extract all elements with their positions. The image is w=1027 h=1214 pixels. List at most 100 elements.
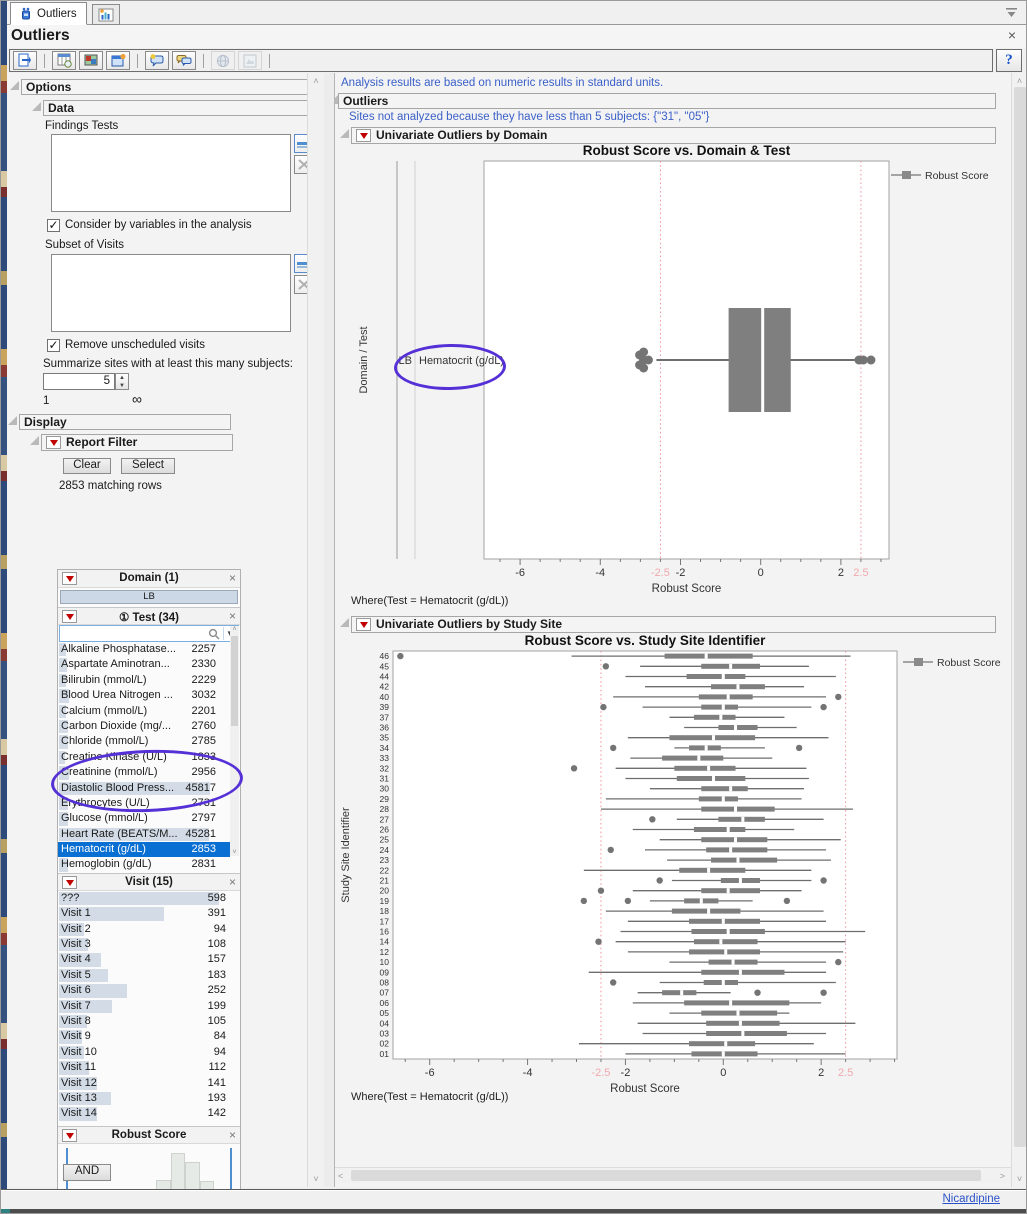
scroll-up-icon[interactable]: ˄	[230, 626, 239, 633]
boxplot-site-chart[interactable]: Robust Score vs. Study Site Identifier46…	[335, 634, 1011, 1094]
scrollbar-thumb[interactable]	[1014, 87, 1026, 1147]
robust-filter-close-icon[interactable]: ×	[229, 1129, 236, 1141]
display-section-header[interactable]: Display	[19, 414, 231, 430]
select-button[interactable]: Select	[121, 458, 175, 474]
comments-icon[interactable]	[172, 51, 196, 70]
data-section-header[interactable]: Data	[43, 100, 313, 116]
boxplot-domain-chart[interactable]: Robust Score vs. Domain & Test-6-4-202-2…	[335, 145, 1011, 611]
visit-list-item[interactable]: Visit 3108	[58, 937, 240, 952]
section-menu-icon[interactable]	[356, 618, 371, 631]
section-menu-icon[interactable]	[356, 129, 371, 142]
window-menu-icon[interactable]	[1005, 8, 1018, 18]
test-list-item[interactable]: Calcium (mmol/L)2201	[58, 704, 230, 719]
and-button[interactable]: AND	[63, 1164, 111, 1181]
visit-list-item[interactable]: Visit 6252	[58, 983, 240, 998]
clear-button[interactable]: Clear	[63, 458, 111, 474]
subset-visits-listbox[interactable]	[51, 254, 291, 332]
visit-list-item[interactable]: Visit 1391	[58, 906, 240, 921]
report-filter-menu-icon[interactable]	[46, 436, 61, 449]
options-panel: Options Data Findings Tests ✓ Consider b…	[7, 73, 307, 1187]
test-list-item[interactable]: Diastolic Blood Press...45817	[58, 781, 230, 796]
panel-splitter[interactable]	[324, 73, 335, 1187]
visit-list-item[interactable]: Visit 294	[58, 922, 240, 937]
right-panel-scrollbar[interactable]: ˄ ˅	[1011, 73, 1027, 1187]
univariate-site-header[interactable]: Univariate Outliers by Study Site	[351, 616, 996, 633]
horizontal-scrollbar[interactable]: < >	[335, 1167, 1011, 1183]
svg-text:40: 40	[380, 692, 390, 702]
test-list-item[interactable]: Blood Urea Nitrogen ...3032	[58, 688, 230, 703]
test-list-item[interactable]: Hematocrit (g/dL)2853	[58, 842, 230, 857]
visit-list-item[interactable]: Visit 7199	[58, 999, 240, 1014]
data-table-icon[interactable]	[52, 51, 76, 70]
collapse-triangle-icon[interactable]	[8, 416, 17, 425]
visit-list-item[interactable]: Visit 11112	[58, 1060, 240, 1075]
study-link[interactable]: Nicardipine	[942, 1193, 1000, 1205]
test-list-item[interactable]: Creatinine (mmol/L)2956	[58, 765, 230, 780]
svg-text:30: 30	[380, 784, 390, 794]
collapse-triangle-icon[interactable]	[32, 102, 41, 111]
scroll-right-icon[interactable]: >	[1000, 1171, 1005, 1181]
domain-filter-close-icon[interactable]: ×	[229, 572, 236, 584]
test-list-item[interactable]: Erythrocytes (U/L)2731	[58, 796, 230, 811]
test-filter-close-icon[interactable]: ×	[229, 610, 236, 622]
visit-list-item[interactable]: Visit 12141	[58, 1076, 240, 1091]
analysis-note: Analysis results are based on numeric re…	[341, 77, 663, 89]
svg-text:-4: -4	[595, 567, 605, 579]
visit-list-item[interactable]: Visit 1094	[58, 1045, 240, 1060]
journal-icon[interactable]	[238, 51, 262, 70]
univariate-domain-header[interactable]: Univariate Outliers by Domain	[351, 127, 996, 144]
test-list-item[interactable]: Alkaline Phosphatase...2257	[58, 642, 230, 657]
visit-list-item[interactable]: Visit 984	[58, 1029, 240, 1044]
help-button[interactable]: ?	[996, 49, 1022, 72]
consider-variables-checkbox[interactable]: ✓	[47, 219, 60, 232]
visit-list-item[interactable]: Visit 14142	[58, 1106, 240, 1121]
domain-value-lb[interactable]: LB	[60, 590, 238, 604]
test-list-item[interactable]: Glucose (mmol/L)2797	[58, 811, 230, 826]
scrollbar-thumb[interactable]	[231, 636, 238, 726]
collapse-triangle-icon[interactable]	[30, 436, 39, 445]
save-image-icon[interactable]	[79, 51, 103, 70]
scroll-up-icon[interactable]: ˄	[308, 76, 324, 86]
new-window-icon[interactable]	[106, 51, 130, 70]
outliers-report-header[interactable]: Outliers	[338, 93, 996, 109]
remove-unscheduled-checkbox[interactable]: ✓	[47, 339, 60, 352]
new-note-icon[interactable]	[145, 51, 169, 70]
test-list-item[interactable]: Heart Rate (BEATS/M...45281	[58, 827, 230, 842]
visit-filter-close-icon[interactable]: ×	[229, 876, 236, 888]
scroll-down-icon[interactable]: ˅	[230, 849, 239, 856]
collapse-triangle-icon[interactable]	[340, 618, 349, 627]
left-panel-scrollbar[interactable]: ˄ ˅	[307, 73, 324, 1187]
min-subjects-input[interactable]: 5	[43, 373, 115, 390]
collapse-triangle-icon[interactable]	[340, 129, 349, 138]
visit-list-item[interactable]: Visit 13193	[58, 1091, 240, 1106]
svg-text:26: 26	[380, 825, 390, 835]
tab-report[interactable]	[92, 4, 120, 25]
subjects-spinner[interactable]: ▲▼	[115, 373, 129, 390]
visit-list-item[interactable]: Visit 5183	[58, 968, 240, 983]
test-list-item[interactable]: Bilirubin (mmol/L)2229	[58, 673, 230, 688]
scrollbar-thumb[interactable]	[351, 1170, 981, 1181]
findings-tests-listbox[interactable]	[51, 134, 291, 212]
test-search-input[interactable]: ▼	[59, 625, 239, 642]
options-section-header[interactable]: Options	[21, 79, 313, 95]
web-report-icon[interactable]	[211, 51, 235, 70]
visit-list-item[interactable]: Visit 4157	[58, 952, 240, 967]
test-list-item[interactable]: Aspartate Aminotran...2330	[58, 657, 230, 672]
visit-list-item[interactable]: ???598	[58, 891, 240, 906]
scroll-up-icon[interactable]: ˄	[1012, 76, 1027, 86]
close-icon[interactable]: ×	[1008, 29, 1016, 41]
test-list-item[interactable]: Carbon Dioxide (mg/...2760	[58, 719, 230, 734]
report-filter-header[interactable]: Report Filter	[41, 434, 233, 451]
test-list-item[interactable]: Hemoglobin (g/dL)2831	[58, 857, 230, 872]
visit-list-item[interactable]: Visit 8105	[58, 1014, 240, 1029]
export-report-icon[interactable]	[13, 51, 37, 70]
collapse-triangle-icon[interactable]	[10, 81, 19, 90]
scroll-left-icon[interactable]: <	[338, 1171, 343, 1181]
svg-text:42: 42	[380, 682, 390, 692]
scroll-down-icon[interactable]: ˅	[308, 1174, 324, 1184]
scroll-down-icon[interactable]: ˅	[1012, 1174, 1027, 1184]
test-list-item[interactable]: Chloride (mmol/L)2785	[58, 734, 230, 749]
tab-outliers[interactable]: Outliers	[10, 2, 87, 25]
test-list-item[interactable]: Creatine Kinase (U/L)1833	[58, 750, 230, 765]
test-list-scrollbar[interactable]: ˄ ˅	[230, 626, 239, 856]
